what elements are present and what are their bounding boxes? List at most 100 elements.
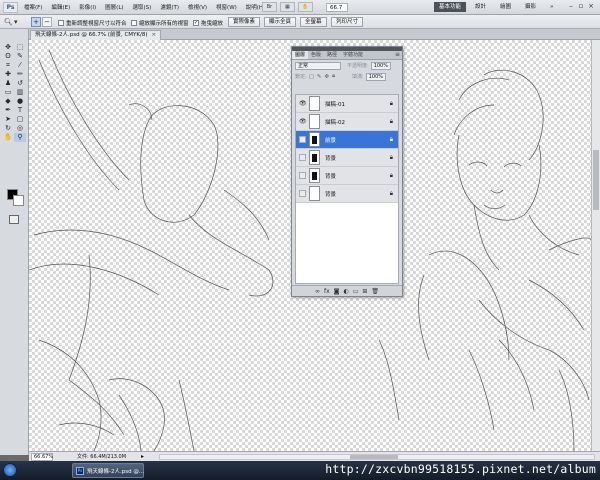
zoom-tool-icon[interactable]: 🔍︎ xyxy=(4,18,13,26)
horizontal-scrollbar[interactable] xyxy=(159,454,595,460)
lasso-tool-icon[interactable]: ʘ xyxy=(2,52,14,61)
zoom-out-icon[interactable]: − xyxy=(42,17,52,27)
menu-layer[interactable]: 圖層(L) xyxy=(105,3,123,11)
add-mask-icon[interactable]: ◙ xyxy=(334,288,340,295)
minimize-icon[interactable]: – xyxy=(566,2,576,12)
close-tab-icon[interactable]: × xyxy=(152,32,157,38)
healing-tool-icon[interactable]: ✚ xyxy=(2,70,14,79)
tab-layers[interactable]: 圖層 xyxy=(292,51,309,59)
crop-tool-icon[interactable]: ⌗ xyxy=(2,61,14,70)
taskbar-photoshop-item[interactable]: Ps 飛天線條-2人.psd @... xyxy=(72,463,144,478)
layer-row[interactable]: 背景 🔒︎ xyxy=(296,149,398,167)
tab-channels[interactable]: 色版 xyxy=(308,51,324,59)
new-group-icon[interactable]: ▭ xyxy=(353,288,359,295)
menu-window[interactable]: 視窗(W) xyxy=(216,3,237,11)
shape-tool-icon[interactable]: ▢ xyxy=(14,115,26,124)
link-layers-icon[interactable]: ∞ xyxy=(315,288,320,295)
horizontal-scroll-thumb[interactable] xyxy=(350,455,398,459)
fit-screen-button[interactable]: 顯示全頁 xyxy=(264,17,297,27)
resize-windows-checkbox[interactable]: 重新調整視窗尺寸以符合 xyxy=(58,19,127,27)
opacity-field[interactable]: 100% xyxy=(370,61,391,70)
type-tool-icon[interactable]: T xyxy=(14,106,26,115)
menu-view[interactable]: 檢視(V) xyxy=(188,3,207,11)
layer-row[interactable]: 背景 🔒︎ xyxy=(296,185,398,203)
zoom-tool-icon[interactable]: ⚲ xyxy=(14,133,26,142)
eye-icon[interactable]: 👁︎ xyxy=(299,118,307,125)
tab-glyphs[interactable]: 字體功能 xyxy=(340,51,366,59)
brush-tool-icon[interactable]: ✏ xyxy=(14,70,26,79)
menu-select[interactable]: 選取(S) xyxy=(133,3,152,11)
blur-tool-icon[interactable]: ◆ xyxy=(2,97,14,106)
actual-pixels-button[interactable]: 實際像素 xyxy=(228,17,261,27)
vertical-scroll-thumb[interactable] xyxy=(593,150,599,210)
lock-position-icon[interactable]: ✥ xyxy=(325,74,330,80)
workspace-photography[interactable]: 攝影 xyxy=(520,2,541,12)
pen-tool-icon[interactable]: ✒ xyxy=(2,106,14,115)
visibility-toggle[interactable] xyxy=(299,136,306,143)
menu-edit[interactable]: 編輯(E) xyxy=(51,3,70,11)
quick-mask-icon[interactable] xyxy=(9,215,19,224)
preset-dropdown-icon[interactable]: ▾ xyxy=(14,18,18,26)
history-brush-tool-icon[interactable]: ↺ xyxy=(14,79,26,88)
fill-label: 填滿: xyxy=(352,74,364,80)
layer-row[interactable]: 背景 🔒︎ xyxy=(296,167,398,185)
3d-orbit-tool-icon[interactable]: ◎ xyxy=(14,124,26,133)
eyedropper-tool-icon[interactable]: ⁄ xyxy=(14,61,26,70)
workspace-design[interactable]: 設計 xyxy=(470,2,491,12)
menu-filter[interactable]: 濾鏡(T) xyxy=(160,3,179,11)
lock-transparent-icon[interactable]: ▢ xyxy=(309,74,314,80)
visibility-toggle[interactable] xyxy=(299,190,306,197)
gradient-tool-icon[interactable]: ▥ xyxy=(14,88,26,97)
checkbox-label: 拖曳縮放 xyxy=(201,21,224,27)
fill-field[interactable]: 100% xyxy=(365,72,386,81)
document-tab[interactable]: 飛天線條-2人.psd @ 66.7% (前景, CMYK/8) × xyxy=(30,30,162,40)
hand-icon[interactable]: ✋ xyxy=(298,2,313,12)
background-color-swatch[interactable] xyxy=(13,195,24,206)
dodge-tool-icon[interactable]: ● xyxy=(14,97,26,106)
lock-all-icon[interactable]: 🔒︎ xyxy=(332,73,335,80)
menubar-zoom-level[interactable]: 66.7 xyxy=(326,3,348,12)
layer-row[interactable]: 👁︎ 描稿-01 🔒︎ xyxy=(296,95,398,113)
close-icon[interactable]: × xyxy=(586,2,596,12)
stamp-tool-icon[interactable]: ♟ xyxy=(2,79,14,88)
windows-taskbar: Ps 飛天線條-2人.psd @... http://zxcvbn9951815… xyxy=(0,461,600,480)
restore-icon[interactable]: ▫ xyxy=(576,2,586,12)
visibility-toggle[interactable] xyxy=(299,172,306,179)
quick-select-tool-icon[interactable]: ✎ xyxy=(14,52,26,61)
adjustment-layer-icon[interactable]: ◐ xyxy=(343,288,348,295)
layer-style-icon[interactable]: fx xyxy=(324,288,330,295)
lock-pixels-icon[interactable]: ✎ xyxy=(317,74,322,80)
path-select-tool-icon[interactable]: ➤ xyxy=(2,115,14,124)
fill-screen-button[interactable]: 全螢幕 xyxy=(300,17,327,27)
menu-file[interactable]: 檔案(F) xyxy=(24,3,42,11)
eraser-tool-icon[interactable]: ▭ xyxy=(2,88,14,97)
layer-row-selected[interactable]: 前景 🔒︎ xyxy=(296,131,398,149)
status-menu-arrow-icon[interactable]: ▸ xyxy=(141,453,144,461)
menu-image[interactable]: 影像(I) xyxy=(79,3,96,11)
scrubby-zoom-checkbox[interactable]: ✓ 拖曳縮放 xyxy=(193,19,223,27)
bridge-icon[interactable]: Br xyxy=(262,2,277,12)
workspace-painting[interactable]: 繪圖 xyxy=(495,2,516,12)
start-button[interactable] xyxy=(3,463,17,477)
zoom-in-icon[interactable]: + xyxy=(31,17,41,27)
print-size-button[interactable]: 列印尺寸 xyxy=(331,17,364,27)
status-zoom-field[interactable]: 66.67% xyxy=(31,453,53,461)
delete-layer-icon[interactable]: 🗑︎ xyxy=(371,288,379,295)
zoom-all-windows-checkbox[interactable]: 縮放顯示所有的視窗 xyxy=(131,19,189,27)
blend-mode-select[interactable]: 正常 xyxy=(295,61,341,70)
tab-paths[interactable]: 路徑 xyxy=(324,51,340,59)
hand-tool-icon[interactable]: ✋ xyxy=(2,133,14,142)
visibility-toggle[interactable] xyxy=(299,154,306,161)
extras-icon[interactable]: ▦ xyxy=(280,2,295,12)
vertical-scrollbar[interactable] xyxy=(591,40,600,451)
eye-icon[interactable]: 👁︎ xyxy=(299,100,307,107)
marquee-tool-icon[interactable]: ⬚ xyxy=(14,43,26,52)
lock-label: 鎖定: xyxy=(295,74,307,80)
workspace-more[interactable]: » xyxy=(545,2,558,12)
panel-menu-icon[interactable]: ≡ xyxy=(395,51,402,59)
move-tool-icon[interactable]: ✥ xyxy=(2,43,14,52)
layer-row[interactable]: 👁︎ 描稿-02 🔒︎ xyxy=(296,113,398,131)
workspace-essentials[interactable]: 基本功能 xyxy=(434,2,467,12)
3d-rotate-tool-icon[interactable]: ↻ xyxy=(2,124,14,133)
new-layer-icon[interactable]: ⊞ xyxy=(362,288,367,295)
